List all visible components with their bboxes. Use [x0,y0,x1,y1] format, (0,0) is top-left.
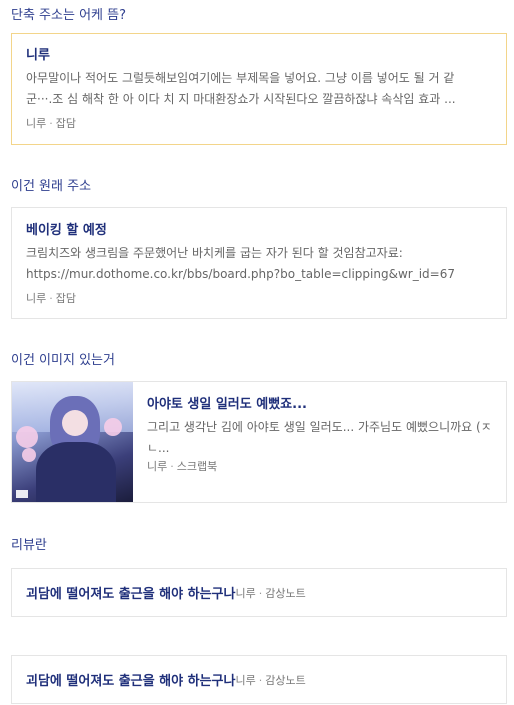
post-category[interactable]: 스크랩북 [177,460,217,473]
post-card-short-url[interactable]: 니루 아무말이나 적어도 그럴듯해보임여기에는 부제목을 넣어요. 그냥 이름 … [11,33,507,145]
post-category[interactable]: 잡담 [56,292,76,305]
post-author: 니루 [26,117,47,130]
page: 단축 주소는 어케 뜸? 니루 아무말이나 적어도 그럴듯해보임여기에는 부제목… [0,0,514,704]
meta-separator: · [258,673,263,687]
review-meta: 니루 · 감상노트 [235,672,305,688]
thumbnail-logo-mark [16,490,28,498]
post-meta: 니루 · 잡담 [26,116,492,132]
review-author: 니루 [235,673,256,687]
post-category[interactable]: 잡담 [56,117,76,130]
meta-separator: · [170,460,174,473]
post-excerpt-line-1: 아무말이나 적어도 그럴듯해보임여기에는 부제목을 넣어요. 그냥 이름 넣어도… [26,71,455,85]
review-author: 니루 [235,586,256,600]
section-heading-with-image: 이건 이미지 있는거 [11,353,115,368]
post-title[interactable]: 아야토 생일 일러도 예뻤죠... [147,396,492,414]
post-card-with-image[interactable]: 아야토 생일 일러도 예뻤죠... 그리고 생각난 김에 아야토 생일 일러도.… [11,381,507,503]
post-meta: 니루 · 스크랩북 [147,459,492,475]
post-thumbnail-image[interactable] [12,382,133,502]
review-title[interactable]: 괴담에 떨어져도 출근을 해야 하는구나 [26,670,235,689]
blossom-shape [104,418,122,436]
blossom-shape [16,426,38,448]
post-excerpt-line-1: 크림치즈와 생크림을 주문했어난 바치케를 굽는 자가 된다 할 것임참고자료: [26,246,403,260]
post-excerpt: 그리고 생각난 김에 아야토 생일 일러도... 가주님도 예뻤으니까요 (ㅈㄴ… [147,420,492,455]
section-heading-original-url: 이건 원래 주소 [11,179,92,194]
character-face [62,410,88,436]
section-heading-reviews: 리뷰란 [11,538,47,553]
post-excerpt-line-2: https://mur.dothome.co.kr/bbs/board.php?… [26,267,455,281]
blossom-shape [22,448,36,462]
review-category[interactable]: 감상노트 [265,674,305,687]
post-author: 니루 [147,460,168,473]
post-title[interactable]: 니루 [26,47,492,65]
post-meta: 니루 · 잡담 [26,291,492,307]
meta-separator: · [258,586,263,600]
post-author: 니루 [26,292,47,305]
review-card[interactable]: 괴담에 떨어져도 출근을 해야 하는구나 니루 · 감상노트 [11,568,507,617]
post-title[interactable]: 베이킹 할 예정 [26,222,492,240]
meta-separator: · [49,117,53,130]
section-heading-short-url: 단축 주소는 어케 뜸? [11,8,126,23]
post-excerpt-line-2: 군···.조 심 해착 한 아 이다 치 지 마대환장쇼가 시작된다오 깔끔하잖… [26,92,456,106]
meta-separator: · [49,292,53,305]
character-body [36,442,116,502]
post-body: 아야토 생일 일러도 예뻤죠... 그리고 생각난 김에 아야토 생일 일러도.… [133,382,506,502]
review-category[interactable]: 감상노트 [265,587,305,600]
post-card-original-url[interactable]: 베이킹 할 예정 크림치즈와 생크림을 주문했어난 바치케를 굽는 자가 된다 … [11,207,507,319]
review-card[interactable]: 괴담에 떨어져도 출근을 해야 하는구나 니루 · 감상노트 [11,655,507,704]
review-title[interactable]: 괴담에 떨어져도 출근을 해야 하는구나 [26,583,235,602]
review-meta: 니루 · 감상노트 [235,585,305,601]
